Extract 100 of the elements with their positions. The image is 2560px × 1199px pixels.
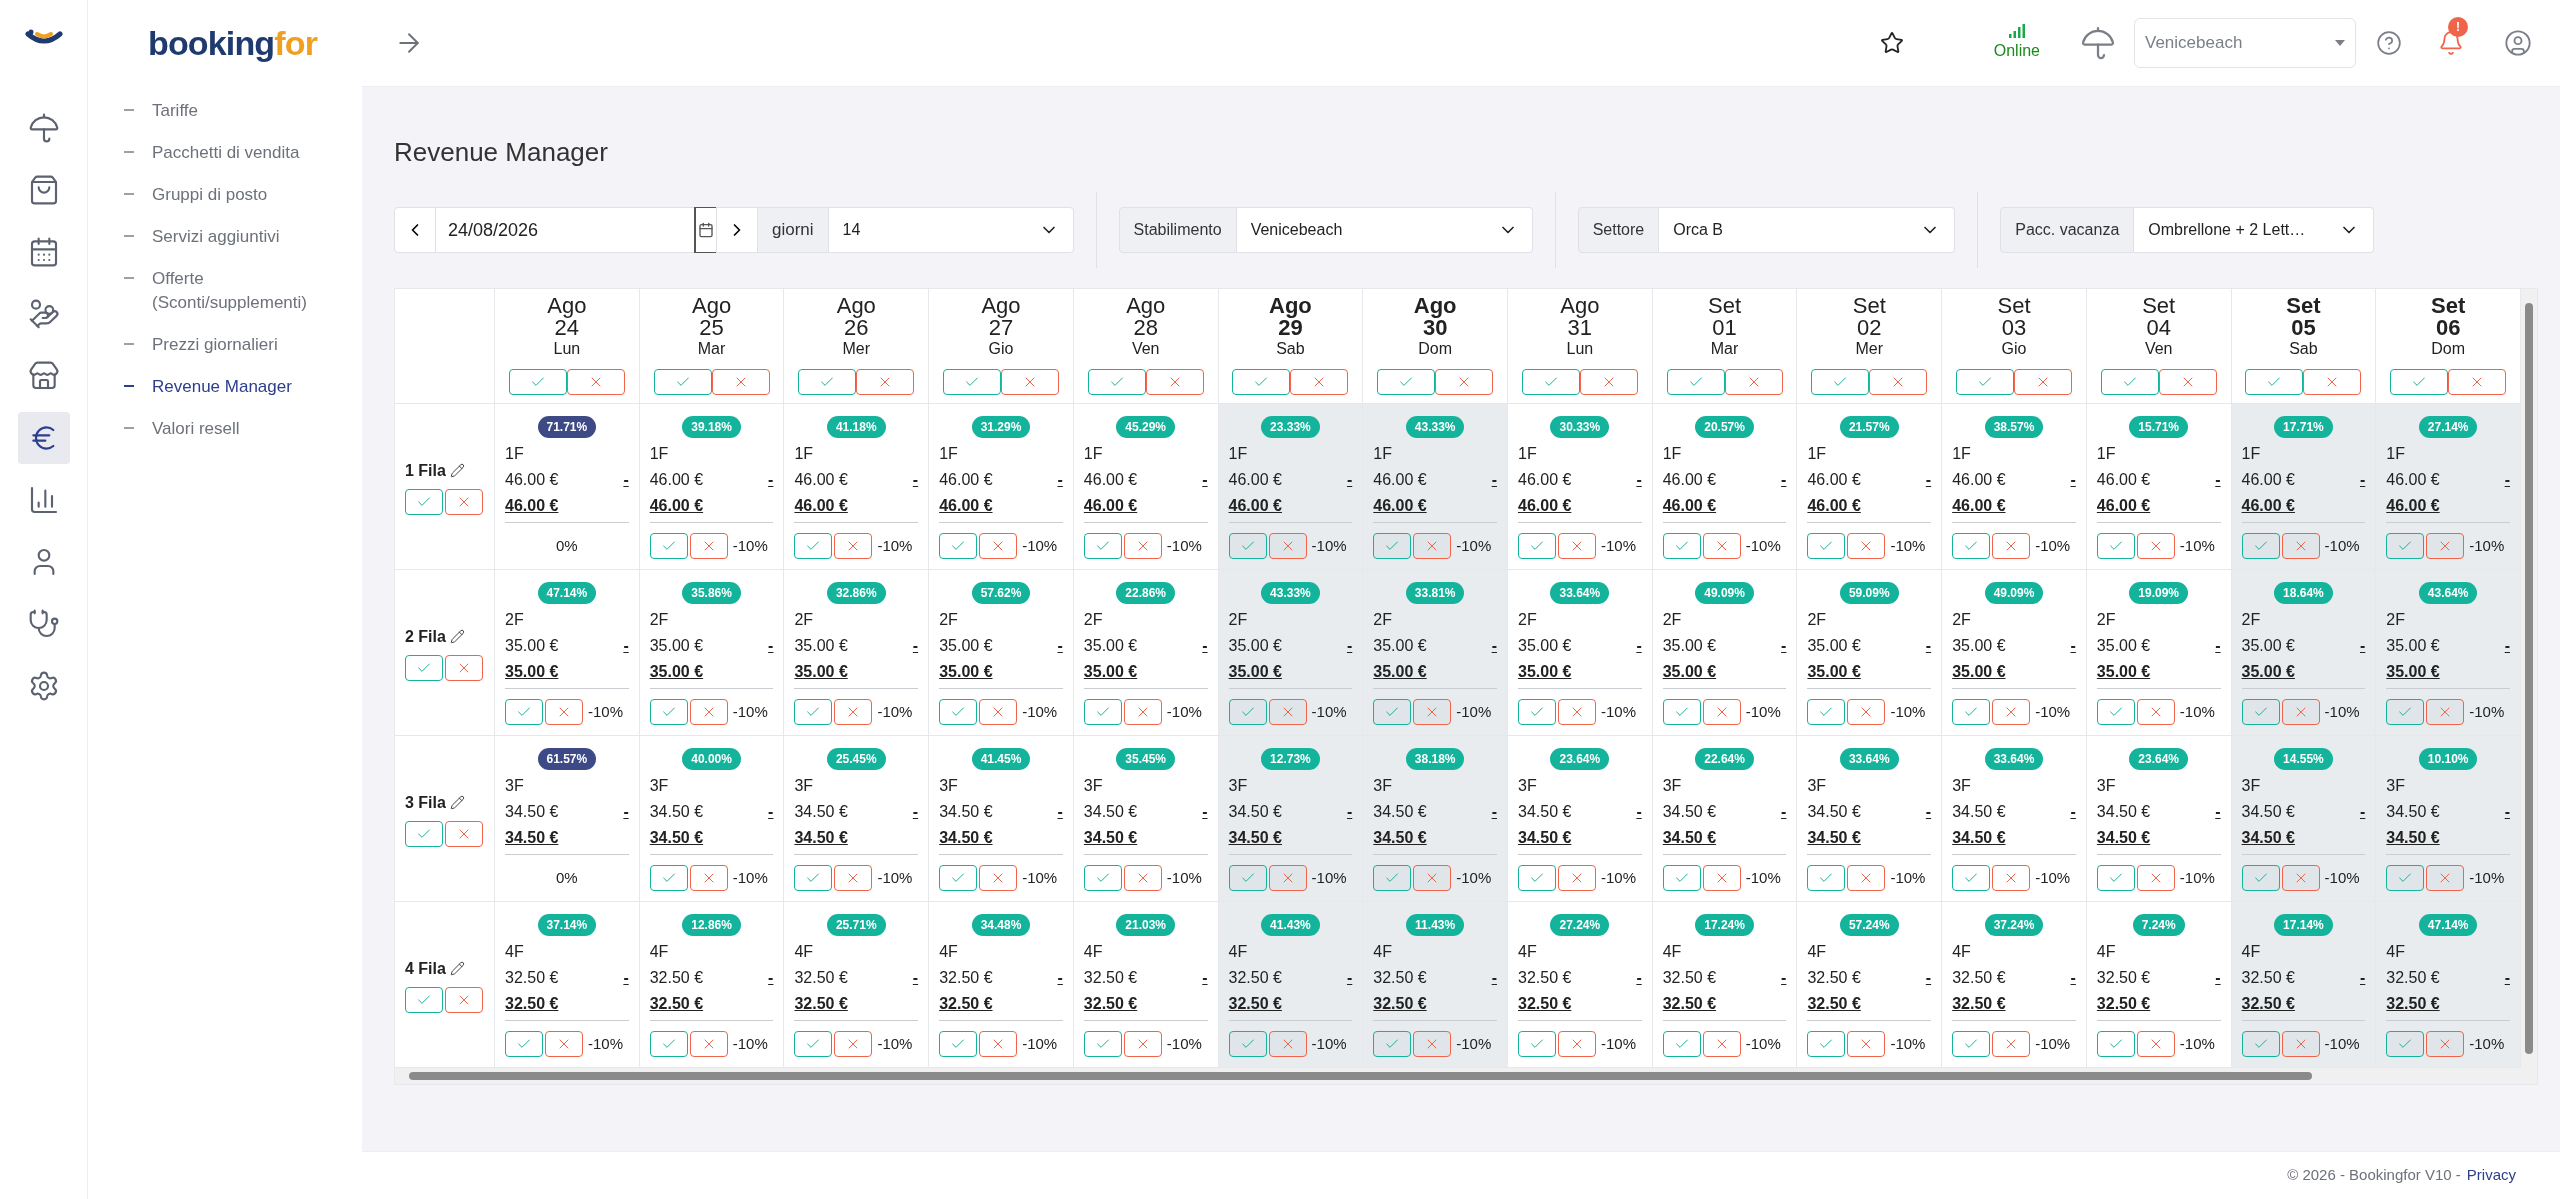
- approve-button[interactable]: [2096, 1031, 2135, 1057]
- reject-button[interactable]: [834, 865, 873, 891]
- edit-link[interactable]: -: [768, 634, 774, 658]
- approve-button[interactable]: [2096, 865, 2135, 891]
- edit-link[interactable]: -: [2359, 800, 2366, 824]
- edit-link[interactable]: -: [623, 966, 629, 990]
- approve-button[interactable]: [508, 369, 567, 395]
- edit-link[interactable]: -: [1925, 800, 1932, 824]
- reject-button[interactable]: [566, 369, 625, 395]
- reject-button[interactable]: [1413, 1031, 1452, 1057]
- approve-button[interactable]: [2096, 533, 2135, 559]
- reject-button[interactable]: [979, 533, 1018, 559]
- edit-link[interactable]: -: [1491, 634, 1497, 658]
- approve-button[interactable]: [1807, 1031, 1846, 1057]
- days-select[interactable]: 14: [827, 207, 1074, 253]
- reject-button[interactable]: [1558, 533, 1596, 559]
- approve-button[interactable]: [1518, 533, 1556, 559]
- edit-link[interactable]: -: [1202, 468, 1208, 492]
- reject-button[interactable]: [1847, 865, 1886, 891]
- reject-button[interactable]: [1579, 369, 1638, 395]
- approve-button[interactable]: [1521, 369, 1580, 395]
- edit-link[interactable]: -: [2215, 468, 2221, 492]
- approve-button[interactable]: [2245, 369, 2304, 395]
- edit-link[interactable]: -: [1202, 800, 1208, 824]
- approve-button[interactable]: [1228, 1031, 1267, 1057]
- reject-button[interactable]: [1123, 533, 1162, 559]
- edit-link[interactable]: -: [2504, 800, 2510, 824]
- reject-button[interactable]: [2426, 865, 2465, 891]
- reject-button[interactable]: [1290, 369, 1349, 395]
- edit-link[interactable]: -: [1346, 800, 1353, 824]
- reject-button[interactable]: [689, 699, 728, 725]
- edit-link[interactable]: -: [1057, 468, 1063, 492]
- approve-button[interactable]: [1228, 533, 1267, 559]
- approve-button[interactable]: [649, 865, 688, 891]
- reject-button[interactable]: [1268, 865, 1307, 891]
- approve-button[interactable]: [405, 654, 443, 681]
- approve-button[interactable]: [2390, 369, 2449, 395]
- approve-button[interactable]: [2241, 1031, 2280, 1057]
- approve-button[interactable]: [2096, 699, 2135, 725]
- approve-button[interactable]: [1952, 533, 1991, 559]
- reject-button[interactable]: [1702, 1031, 1741, 1057]
- edit-link[interactable]: -: [2504, 468, 2510, 492]
- previous-button[interactable]: [394, 207, 436, 253]
- submenu-link[interactable]: Servizi aggiuntivi: [152, 225, 280, 249]
- reject-button[interactable]: [445, 654, 483, 681]
- approve-button[interactable]: [1373, 533, 1412, 559]
- edit-link[interactable]: -: [1636, 800, 1642, 824]
- approve-button[interactable]: [1518, 699, 1556, 725]
- filter-select[interactable]: Ombrellone + 2 Lett…: [2134, 207, 2375, 253]
- reject-button[interactable]: [2158, 369, 2217, 395]
- approve-button[interactable]: [1662, 699, 1701, 725]
- edit-link[interactable]: -: [2070, 800, 2076, 824]
- reject-button[interactable]: [545, 699, 583, 725]
- reject-button[interactable]: [1001, 369, 1059, 395]
- approve-button[interactable]: [1518, 865, 1556, 891]
- edit-link[interactable]: -: [1636, 966, 1642, 990]
- approve-button[interactable]: [1662, 1031, 1701, 1057]
- approve-button[interactable]: [1807, 865, 1846, 891]
- reject-button[interactable]: [2448, 369, 2507, 395]
- reject-button[interactable]: [979, 865, 1018, 891]
- edit-link[interactable]: -: [1781, 966, 1787, 990]
- submenu-link[interactable]: Tariffe: [152, 99, 198, 123]
- reject-button[interactable]: [1847, 1031, 1886, 1057]
- submenu-link[interactable]: Pacchetti di vendita: [152, 141, 300, 165]
- facility-select[interactable]: Venicebeach: [2134, 18, 2356, 68]
- approve-button[interactable]: [405, 820, 443, 847]
- approve-button[interactable]: [1662, 865, 1701, 891]
- reject-button[interactable]: [711, 369, 770, 395]
- approve-button[interactable]: [1083, 533, 1122, 559]
- approve-button[interactable]: [2386, 1031, 2425, 1057]
- reject-button[interactable]: [2136, 533, 2175, 559]
- edit-link[interactable]: -: [2070, 468, 2076, 492]
- approve-button[interactable]: [649, 1031, 688, 1057]
- approve-button[interactable]: [939, 1031, 978, 1057]
- reject-button[interactable]: [2136, 699, 2175, 725]
- edit-link[interactable]: -: [2504, 634, 2510, 658]
- approve-button[interactable]: [2241, 865, 2280, 891]
- reject-button[interactable]: [834, 699, 873, 725]
- reject-button[interactable]: [1992, 865, 2031, 891]
- approve-button[interactable]: [794, 533, 833, 559]
- edit-link[interactable]: -: [1202, 634, 1208, 658]
- reject-button[interactable]: [2281, 1031, 2320, 1057]
- approve-button[interactable]: [1228, 699, 1267, 725]
- approve-button[interactable]: [1952, 1031, 1991, 1057]
- approve-button[interactable]: [2386, 865, 2425, 891]
- approve-button[interactable]: [1377, 369, 1436, 395]
- edit-link[interactable]: -: [2359, 634, 2366, 658]
- sidebar-nav-button[interactable]: [17, 412, 70, 464]
- reject-button[interactable]: [1268, 699, 1307, 725]
- approve-button[interactable]: [2241, 699, 2280, 725]
- edit-link[interactable]: -: [1491, 966, 1497, 990]
- reject-button[interactable]: [1268, 1031, 1307, 1057]
- edit-link[interactable]: -: [1781, 634, 1787, 658]
- approve-button[interactable]: [939, 533, 978, 559]
- edit-link[interactable]: -: [1057, 634, 1063, 658]
- reject-button[interactable]: [1558, 865, 1596, 891]
- edit-link[interactable]: -: [1346, 966, 1353, 990]
- reject-button[interactable]: [2136, 1031, 2175, 1057]
- edit-link[interactable]: -: [1925, 468, 1932, 492]
- reject-button[interactable]: [545, 1031, 583, 1057]
